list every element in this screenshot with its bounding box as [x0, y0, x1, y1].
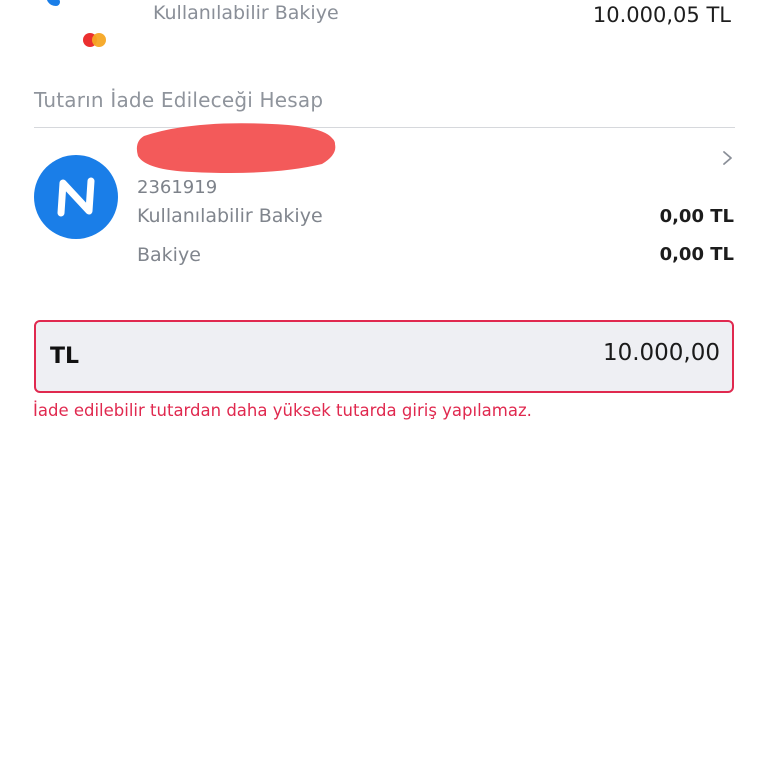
available-balance-amount: 10.000,05 TL	[592, 3, 731, 27]
chevron-right-icon[interactable]	[718, 146, 738, 170]
account-balance-value: 0,00 TL	[659, 244, 734, 265]
amount-field[interactable]: TL	[34, 320, 734, 393]
amount-input[interactable]	[420, 340, 720, 366]
account-balance-label: Bakiye	[137, 244, 201, 266]
n-logo-icon	[34, 155, 118, 239]
available-balance-label: Kullanılabilir Bakiye	[153, 2, 339, 24]
account-available-balance-value: 0,00 TL	[659, 206, 734, 227]
mastercard-icon	[82, 32, 108, 48]
account-available-balance-label: Kullanılabilir Bakiye	[137, 205, 323, 227]
currency-label: TL	[50, 344, 80, 369]
brand-logo-icon	[40, 0, 106, 32]
redacted-account-name	[132, 116, 346, 186]
error-message: İade edilebilir tutardan daha yüksek tut…	[33, 401, 532, 420]
account-number: 2361919	[137, 177, 218, 198]
section-title: Tutarın İade Edileceği Hesap	[34, 88, 324, 112]
